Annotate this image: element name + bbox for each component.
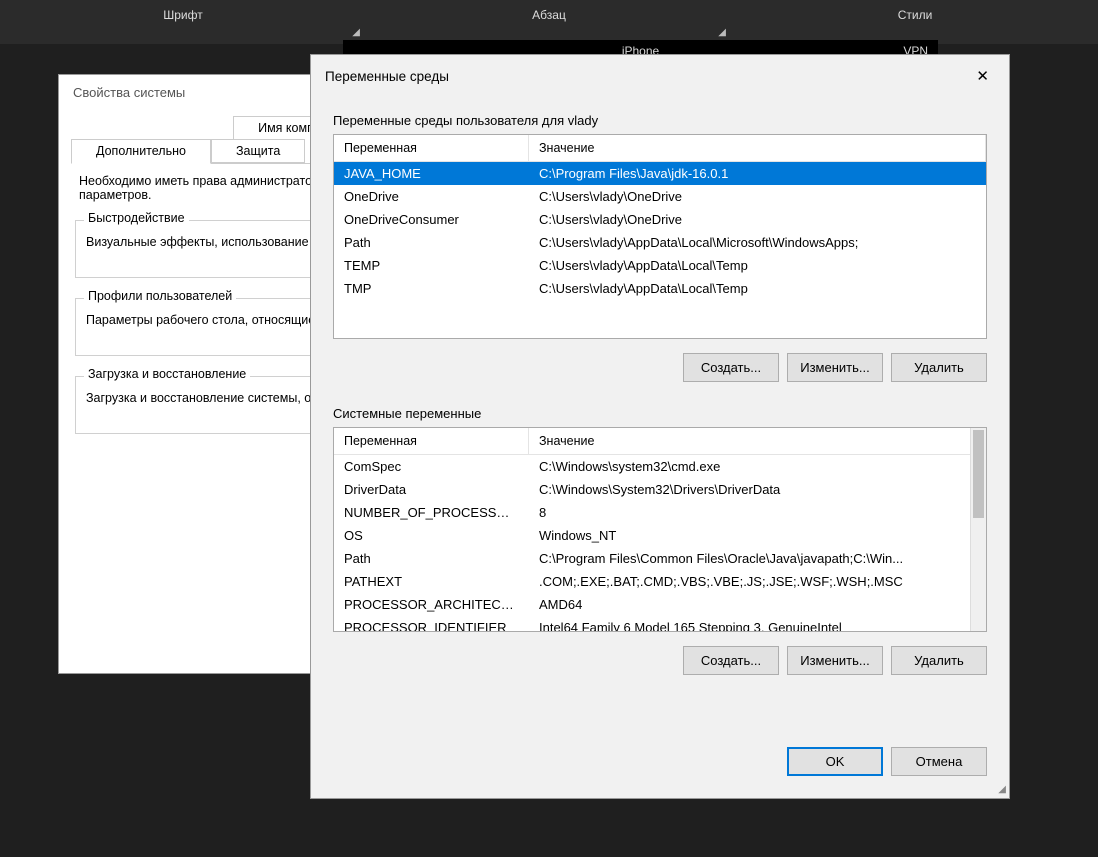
var-value: Windows_NT (529, 527, 986, 544)
system-vars-listview[interactable]: Переменная Значение ComSpecC:\Windows\sy… (333, 427, 987, 632)
var-value: C:\Users\vlady\OneDrive (529, 188, 986, 205)
var-value: C:\Program Files\Java\jdk-16.0.1 (529, 165, 986, 182)
var-name: PATHEXT (334, 573, 529, 590)
table-row[interactable]: OneDriveConsumerC:\Users\vlady\OneDrive (334, 208, 986, 231)
var-name: DriverData (334, 481, 529, 498)
table-row[interactable]: NUMBER_OF_PROCESSORS8 (334, 501, 986, 524)
ribbon-label: Абзац (532, 8, 566, 22)
table-row[interactable]: ComSpecC:\Windows\system32\cmd.exe (334, 455, 986, 478)
column-header-variable[interactable]: Переменная (334, 428, 529, 454)
dialog-launcher-icon[interactable]: ◢ (352, 27, 360, 38)
ribbon: Шрифт ◢ Абзац ◢ Стили (0, 0, 1098, 44)
var-name: TMP (334, 280, 529, 297)
environment-variables-dialog: Переменные среды ✕ Переменные среды поль… (310, 54, 1010, 799)
system-vars-label: Системные переменные (333, 406, 987, 421)
var-value: C:\Users\vlady\AppData\Local\Temp (529, 257, 986, 274)
table-row[interactable]: TMPC:\Users\vlady\AppData\Local\Temp (334, 277, 986, 300)
table-row[interactable]: DriverDataC:\Windows\System32\Drivers\Dr… (334, 478, 986, 501)
close-icon[interactable]: ✕ (970, 65, 995, 87)
var-name: ComSpec (334, 458, 529, 475)
ribbon-label: Стили (898, 8, 933, 22)
table-row[interactable]: PathC:\Users\vlady\AppData\Local\Microso… (334, 231, 986, 254)
table-row[interactable]: OneDriveC:\Users\vlady\OneDrive (334, 185, 986, 208)
var-name: OneDriveConsumer (334, 211, 529, 228)
var-value: C:\Users\vlady\OneDrive (529, 211, 986, 228)
table-row[interactable]: TEMPC:\Users\vlady\AppData\Local\Temp (334, 254, 986, 277)
tab-advanced[interactable]: Дополнительно (71, 139, 211, 164)
var-name: Path (334, 550, 529, 567)
system-edit-button[interactable]: Изменить... (787, 646, 883, 675)
var-name: OS (334, 527, 529, 544)
table-row[interactable]: PROCESSOR_ARCHITECTU...AMD64 (334, 593, 986, 616)
var-value: C:\Windows\system32\cmd.exe (529, 458, 986, 475)
user-edit-button[interactable]: Изменить... (787, 353, 883, 382)
tab-protection[interactable]: Защита (211, 139, 305, 163)
system-create-button[interactable]: Создать... (683, 646, 779, 675)
var-value: C:\Program Files\Common Files\Oracle\Jav… (529, 550, 986, 567)
var-name: Path (334, 234, 529, 251)
dialog-launcher-icon[interactable]: ◢ (718, 27, 726, 38)
user-vars-listview[interactable]: Переменная Значение JAVA_HOMEC:\Program … (333, 134, 987, 339)
group-legend: Загрузка и восстановление (84, 367, 250, 381)
var-value: Intel64 Family 6 Model 165 Stepping 3, G… (529, 619, 986, 632)
var-value: 8 (529, 504, 986, 521)
var-value: C:\Users\vlady\AppData\Local\Temp (529, 280, 986, 297)
cancel-button[interactable]: Отмена (891, 747, 987, 776)
dialog-title: Переменные среды (325, 69, 449, 84)
column-header-variable[interactable]: Переменная (334, 135, 529, 161)
var-name: NUMBER_OF_PROCESSORS (334, 504, 529, 521)
table-row[interactable]: PATHEXT.COM;.EXE;.BAT;.CMD;.VBS;.VBE;.JS… (334, 570, 986, 593)
user-vars-label: Переменные среды пользователя для vlady (333, 113, 987, 128)
var-value: C:\Windows\System32\Drivers\DriverData (529, 481, 986, 498)
ribbon-group-paragraph[interactable]: Абзац ◢ (366, 0, 732, 44)
scrollbar[interactable] (970, 428, 986, 631)
var-name: JAVA_HOME (334, 165, 529, 182)
group-legend: Быстродействие (84, 211, 189, 225)
ribbon-label: Шрифт (163, 8, 202, 22)
column-header-value[interactable]: Значение (529, 428, 986, 454)
scrollbar-thumb[interactable] (973, 430, 984, 518)
group-legend: Профили пользователей (84, 289, 236, 303)
var-name: OneDrive (334, 188, 529, 205)
table-row[interactable]: OSWindows_NT (334, 524, 986, 547)
var-value: C:\Users\vlady\AppData\Local\Microsoft\W… (529, 234, 986, 251)
ok-button[interactable]: OK (787, 747, 883, 776)
column-header-value[interactable]: Значение (529, 135, 986, 161)
table-row[interactable]: PathC:\Program Files\Common Files\Oracle… (334, 547, 986, 570)
system-delete-button[interactable]: Удалить (891, 646, 987, 675)
resize-grip-icon[interactable]: ◢ (998, 784, 1006, 795)
table-row[interactable]: PROCESSOR_IDENTIFIERIntel64 Family 6 Mod… (334, 616, 986, 632)
var-value: .COM;.EXE;.BAT;.CMD;.VBS;.VBE;.JS;.JSE;.… (529, 573, 986, 590)
var-name: PROCESSOR_IDENTIFIER (334, 619, 529, 632)
var-value: AMD64 (529, 596, 986, 613)
table-row[interactable]: JAVA_HOMEC:\Program Files\Java\jdk-16.0.… (334, 162, 986, 185)
ribbon-group-font[interactable]: Шрифт ◢ (0, 0, 366, 44)
user-delete-button[interactable]: Удалить (891, 353, 987, 382)
var-name: TEMP (334, 257, 529, 274)
var-name: PROCESSOR_ARCHITECTU... (334, 596, 529, 613)
ribbon-group-styles[interactable]: Стили (732, 0, 1098, 44)
user-create-button[interactable]: Создать... (683, 353, 779, 382)
